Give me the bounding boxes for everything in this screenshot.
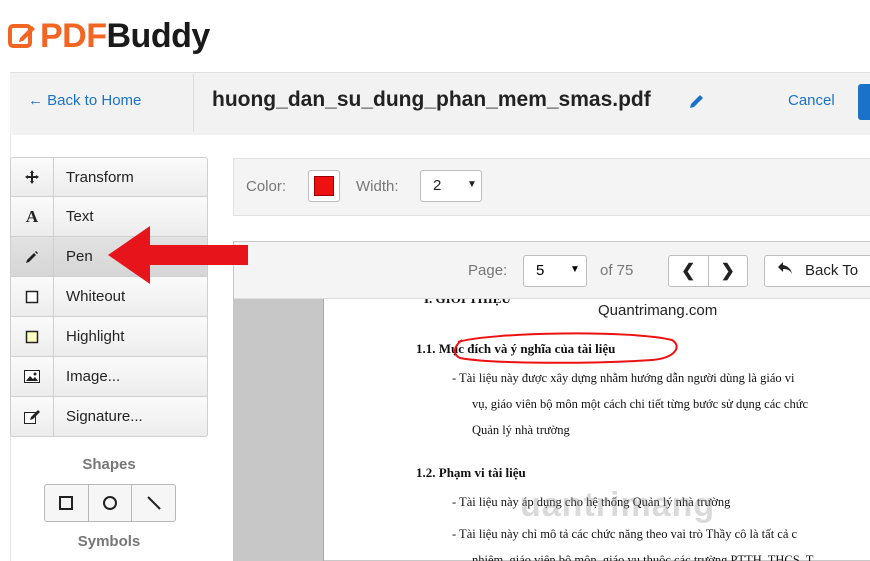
tool-highlight[interactable]: Highlight — [10, 317, 208, 357]
reply-arrow-icon — [777, 261, 793, 279]
shapes-button-group — [44, 484, 176, 522]
paragraph-line: vụ, giáo viên bộ môn một cách chi tiết t… — [472, 397, 809, 411]
tool-label: Text — [66, 208, 94, 225]
chevron-left-icon: ❮ — [681, 261, 696, 280]
chevron-down-icon: ▼ — [570, 264, 580, 275]
color-label: Color: — [246, 178, 287, 195]
highlight-icon — [11, 317, 54, 356]
image-icon — [11, 357, 54, 396]
tool-label: Transform — [66, 168, 134, 186]
width-value: 2 — [433, 177, 442, 194]
back-to-button[interactable]: Back To — [764, 255, 870, 287]
prev-page-button[interactable]: ❮ — [669, 256, 709, 286]
paragraph-line: - Tài liệu này được xây dựng nhằm hướng … — [452, 371, 795, 385]
tool-label: Image... — [66, 368, 121, 385]
width-label: Width: — [356, 178, 399, 195]
shapes-heading: Shapes — [82, 456, 136, 473]
chevron-down-icon: ▼ — [467, 179, 477, 190]
header-divider — [193, 74, 194, 132]
next-page-button[interactable]: ❯ — [709, 256, 748, 286]
tool-label: Highlight — [66, 328, 125, 345]
site-watermark: Quantrimang.com — [598, 302, 718, 319]
save-button[interactable] — [858, 84, 870, 120]
file-name: huong_dan_su_dung_phan_mem_smas.pdf — [212, 88, 651, 111]
chevron-right-icon: ❯ — [720, 261, 735, 280]
logo-text-pdf: PDF — [40, 16, 107, 55]
tool-transform[interactable]: Transform — [10, 157, 208, 197]
page-gutter — [234, 299, 324, 561]
text-icon: A — [11, 197, 54, 236]
square-icon — [59, 496, 74, 510]
circle-shape-button[interactable] — [89, 485, 133, 521]
move-icon — [11, 158, 54, 196]
page-label: Page: — [468, 262, 508, 279]
pdfbuddy-logo: PDF Buddy — [8, 14, 210, 58]
heading-1-2: 1.2. Phạm vi tài liệu — [416, 465, 526, 480]
pencil-icon[interactable] — [688, 92, 706, 110]
signature-icon — [11, 397, 54, 436]
page-value: 5 — [536, 262, 545, 279]
red-arrow-annotation — [108, 226, 248, 284]
pen-icon — [11, 237, 54, 276]
tool-signature[interactable]: Signature... — [10, 397, 208, 437]
color-picker[interactable] — [308, 170, 340, 202]
back-to-home-link[interactable]: ← Back to Home — [28, 92, 141, 109]
tool-label: Pen — [66, 248, 93, 265]
page-count: of 75 — [600, 262, 634, 279]
whiteout-icon — [11, 277, 54, 316]
tool-image[interactable]: Image... — [10, 357, 208, 397]
paragraph-line: nhiệm, giáo viên bộ môn, giáo vụ thuộc c… — [472, 553, 814, 561]
width-select[interactable]: 2 ▼ — [420, 170, 482, 202]
logo-text-buddy: Buddy — [106, 16, 211, 55]
section-heading-cut: I. GIỚI THIỆU — [424, 299, 511, 307]
cancel-link[interactable]: Cancel — [788, 92, 835, 109]
paragraph-line: - Tài liệu này chỉ mô tả các chức năng t… — [452, 527, 798, 541]
paragraph-line: Quản lý nhà trường — [472, 423, 570, 437]
page-nav-buttons: ❮ ❯ — [668, 255, 748, 287]
tool-label: Whiteout — [66, 288, 126, 305]
color-swatch-fill — [314, 176, 334, 196]
rectangle-shape-button[interactable] — [45, 485, 89, 521]
page-select[interactable]: 5 ▼ — [523, 255, 587, 287]
tool-panel: Transform A Text Pen Whiteout Highlight … — [10, 157, 208, 437]
edit-logo-icon — [8, 24, 35, 48]
pen-annotation — [454, 332, 678, 364]
line-icon — [146, 496, 161, 510]
back-to-label: Back To — [805, 262, 859, 279]
symbols-heading: Symbols — [77, 533, 141, 550]
tool-label: Signature... — [66, 408, 143, 425]
circle-icon — [103, 496, 117, 510]
quantrimang-watermark: uantrimang — [520, 486, 716, 524]
line-shape-button[interactable] — [132, 485, 175, 521]
